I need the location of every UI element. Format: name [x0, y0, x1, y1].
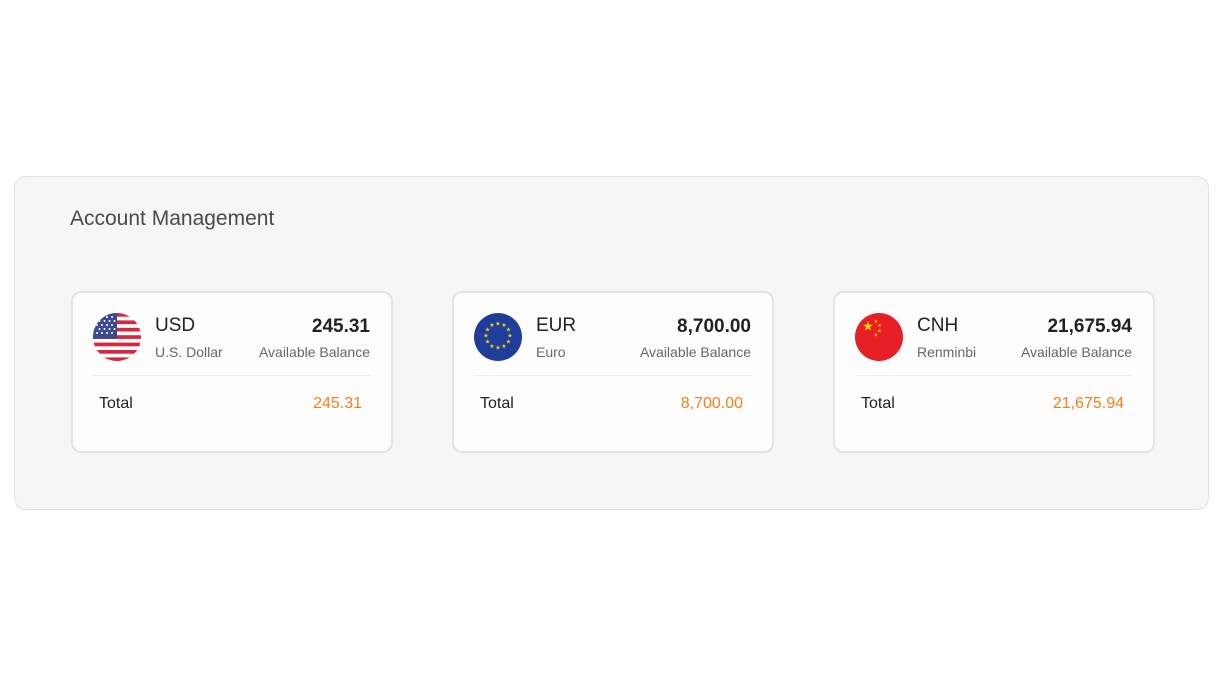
- total-label: Total: [99, 395, 133, 412]
- currency-code: EUR: [536, 315, 577, 336]
- currency-name: U.S. Dollar: [155, 344, 223, 360]
- account-management-panel: Account Management USD U.S. Dollar 245.3…: [14, 176, 1209, 510]
- currency-code: CNH: [917, 315, 959, 336]
- page-title: Account Management: [70, 207, 275, 230]
- svg-text:★: ★: [489, 322, 494, 329]
- balance-label: Available Balance: [639, 344, 751, 360]
- balance-amount: 245.31: [311, 316, 370, 337]
- currency-name: Renminbi: [917, 344, 977, 360]
- balance-amount: 8,700.00: [677, 316, 751, 337]
- svg-text:★: ★: [483, 333, 488, 340]
- account-card-eur[interactable]: ★ ★ ★ ★ ★ ★ ★ ★ ★ ★ ★ ★ EUR Euro 8,700.0…: [452, 291, 774, 453]
- us-flag-icon: [93, 313, 141, 361]
- total-label: Total: [480, 395, 514, 412]
- svg-text:★: ★: [501, 343, 506, 350]
- balance-label: Available Balance: [1020, 344, 1132, 360]
- currency-code: USD: [155, 315, 196, 336]
- balance-amount: 21,675.94: [1047, 316, 1132, 337]
- divider: [474, 375, 751, 376]
- svg-text:★: ★: [495, 321, 500, 328]
- currency-name: Euro: [536, 344, 566, 360]
- svg-text:★: ★: [862, 320, 874, 335]
- eu-flag-icon: ★ ★ ★ ★ ★ ★ ★ ★ ★ ★ ★ ★: [474, 313, 522, 361]
- account-card-cnh[interactable]: ★ ★ ★ ★ ★ CNH Renminbi 21,675.94 Availab…: [833, 291, 1155, 453]
- svg-text:★: ★: [495, 345, 500, 352]
- svg-text:★: ★: [874, 333, 879, 339]
- cn-flag-icon: ★ ★ ★ ★ ★: [855, 313, 903, 361]
- total-value: 245.31: [313, 395, 362, 412]
- total-label: Total: [861, 395, 895, 412]
- svg-text:★: ★: [485, 339, 490, 346]
- balance-label: Available Balance: [258, 344, 370, 360]
- account-card-usd[interactable]: USD U.S. Dollar 245.31 Available Balance…: [71, 291, 393, 453]
- total-value: 21,675.94: [1052, 395, 1124, 412]
- divider: [855, 375, 1132, 376]
- total-value: 8,700.00: [680, 395, 743, 412]
- divider: [93, 375, 370, 376]
